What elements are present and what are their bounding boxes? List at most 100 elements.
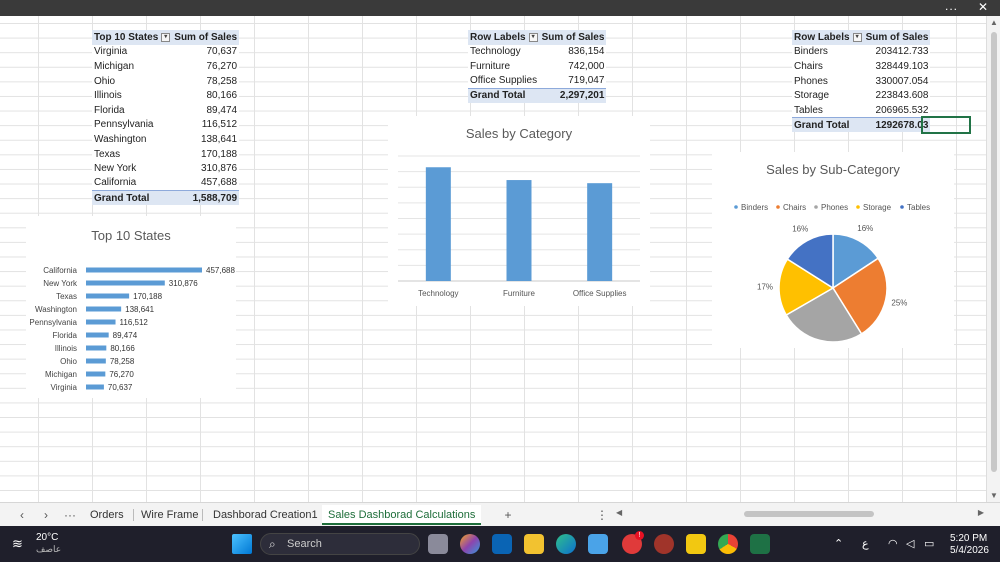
chart-sales-by-category[interactable]: Sales by Category Technology Furniture Off…	[388, 116, 650, 306]
excel-icon[interactable]	[750, 534, 770, 554]
pivot-row-value[interactable]: 116,512	[172, 118, 239, 133]
pivot-row-label[interactable]: Technology	[468, 45, 540, 60]
tab-sales-dashboard-calculations[interactable]: Sales Dashborad Calculations	[322, 505, 482, 525]
pivot-row-label[interactable]: Office Supplies	[468, 74, 540, 89]
clock-time[interactable]: 5:20 PM	[950, 533, 987, 544]
show-hidden-icons-icon[interactable]: ⌃	[834, 537, 843, 550]
pivot-row-value[interactable]: 836,154	[540, 45, 607, 60]
clock-date[interactable]: 5/4/2026	[950, 545, 989, 556]
start-icon[interactable]	[232, 534, 252, 554]
pivot-sum-header[interactable]: Sum of Sales	[863, 30, 931, 45]
pivot-row-value[interactable]: 76,270	[172, 59, 239, 74]
outlook-icon[interactable]	[492, 534, 512, 554]
pivot-sum-header[interactable]: Sum of Sales	[539, 30, 607, 45]
store-icon[interactable]	[588, 534, 608, 554]
chrome-icon[interactable]	[718, 534, 738, 554]
scroll-down-icon[interactable]: ▼	[990, 491, 998, 500]
selected-cell[interactable]	[921, 116, 971, 134]
pivot-row-label[interactable]: Florida	[92, 103, 172, 118]
filter-dropdown-icon[interactable]: ▾	[528, 32, 538, 42]
pivot-table-top-states[interactable]: Top 10 States ▾ Sum of Sales Virginia 70,6…	[92, 30, 240, 206]
power-bi-icon[interactable]	[686, 534, 706, 554]
tab-dashboard-creation1[interactable]: Dashborad Creation1	[207, 505, 324, 525]
pivot-row-label[interactable]: Tables	[792, 103, 864, 118]
grand-total-label[interactable]: Grand Total	[792, 117, 864, 133]
worksheet-grid[interactable]: Top 10 States ▾ Sum of Sales Virginia 70,6…	[0, 16, 986, 502]
pivot-row-label[interactable]: Michigan	[92, 59, 172, 74]
next-sheet-icon[interactable]: ›	[38, 507, 54, 523]
vertical-scroll-thumb[interactable]	[991, 32, 997, 472]
horizontal-scrollbar[interactable]: ◀ ▶	[614, 508, 986, 520]
volume-icon[interactable]: ◁	[906, 537, 914, 550]
pivot-row-labels-header[interactable]: Row Labels ▾	[468, 30, 540, 45]
pivot-row-value[interactable]: 310,876	[172, 161, 239, 176]
wifi-icon[interactable]: ◠	[888, 537, 898, 550]
pivot-row-labels-header[interactable]: Top 10 States ▾	[92, 30, 173, 45]
grand-total-label[interactable]: Grand Total	[92, 190, 173, 206]
pivot-row-value[interactable]: 170,188	[172, 147, 239, 162]
legend-label: Binders	[741, 203, 768, 212]
pivot-table-category[interactable]: Row Labels ▾ Sum of Sales Technology 836,1…	[468, 30, 607, 103]
more-sheets-icon[interactable]: ···	[62, 507, 78, 523]
pivot-row-label[interactable]: Pennsylvania	[92, 118, 172, 133]
pivot-row-value[interactable]: 330007.054	[864, 74, 931, 89]
pivot-row-value[interactable]: 70,637	[172, 45, 239, 60]
edge-icon[interactable]	[556, 534, 576, 554]
pivot-row-value[interactable]: 223843.608	[864, 88, 931, 103]
app-icon-swirl[interactable]	[654, 534, 674, 554]
grand-total-value[interactable]: 2,297,201	[539, 87, 607, 103]
filter-dropdown-icon[interactable]: ▾	[852, 32, 862, 42]
scroll-left-icon[interactable]: ◀	[616, 508, 622, 517]
pivot-table-subcategory[interactable]: Row Labels ▾ Sum of Sales Binders 203412.7…	[792, 30, 931, 133]
pivot-row-value[interactable]: 457,688	[172, 176, 239, 191]
more-options-icon[interactable]: ...	[945, 0, 958, 12]
tab-options-icon[interactable]: ⋮	[594, 507, 610, 523]
pivot-row-value[interactable]: 206965.532	[864, 103, 931, 118]
pivot-row-label[interactable]: Chairs	[792, 59, 864, 74]
grand-total-value[interactable]: 1,588,709	[172, 190, 240, 206]
vertical-scrollbar[interactable]: ▲ ▼	[986, 16, 1000, 502]
scroll-right-icon[interactable]: ▶	[978, 508, 984, 517]
pivot-row-label[interactable]: New York	[92, 161, 172, 176]
pivot-row-labels-header[interactable]: Row Labels ▾	[792, 30, 864, 45]
horizontal-scroll-thumb[interactable]	[744, 511, 874, 517]
close-icon[interactable]: ✕	[978, 1, 988, 14]
filter-dropdown-icon[interactable]: ▾	[161, 32, 171, 42]
pivot-row-value[interactable]: 80,166	[172, 88, 239, 103]
chart-sales-by-subcategory[interactable]: Sales by Sub-Category Binders Chairs Phone…	[712, 152, 954, 348]
pivot-row-value[interactable]: 89,474	[172, 103, 239, 118]
pivot-row-value[interactable]: 742,000	[540, 59, 607, 74]
tab-separator	[202, 509, 203, 521]
language-indicator[interactable]: ع	[862, 537, 869, 550]
pivot-row-label[interactable]: Furniture	[468, 59, 540, 74]
pivot-row-value[interactable]: 78,258	[172, 74, 239, 89]
pivot-row-label[interactable]: Ohio	[92, 74, 172, 89]
tab-orders[interactable]: Orders	[84, 505, 130, 525]
pivot-row-label[interactable]: Binders	[792, 45, 864, 60]
pivot-row-value[interactable]: 328449.103	[864, 59, 931, 74]
pivot-row-label[interactable]: California	[92, 176, 172, 191]
pivot-sum-header[interactable]: Sum of Sales	[172, 30, 240, 45]
file-explorer-icon[interactable]	[524, 534, 544, 554]
pivot-row-label[interactable]: Phones	[792, 74, 864, 89]
pivot-row-label[interactable]: Illinois	[92, 88, 172, 103]
chart-top-states[interactable]: Top 10 States California 457,688 New York 3…	[26, 216, 236, 398]
pivot-row-label[interactable]: Storage	[792, 88, 864, 103]
pivot-row-value[interactable]: 203412.733	[864, 45, 931, 60]
pivot-row-value[interactable]: 719,047	[540, 74, 607, 89]
prev-sheet-icon[interactable]: ‹	[14, 507, 30, 523]
pivot-row-label[interactable]: Washington	[92, 132, 172, 147]
pivot-row-label[interactable]: Texas	[92, 147, 172, 162]
grand-total-value[interactable]: 1292678.03	[863, 117, 931, 133]
add-sheet-icon[interactable]: +	[500, 507, 516, 523]
grand-total-label[interactable]: Grand Total	[468, 87, 540, 103]
taskbar-search[interactable]: ⌕ Search	[260, 533, 420, 555]
tab-wire-frame[interactable]: Wire Frame	[135, 505, 204, 525]
pivot-row-value[interactable]: 138,641	[172, 132, 239, 147]
pivot-row-label[interactable]: Virginia	[92, 45, 172, 60]
copilot-icon[interactable]	[460, 534, 480, 554]
task-view-icon[interactable]	[428, 534, 448, 554]
weather-widget[interactable]: ≋ 20°C عاصف	[12, 532, 72, 556]
scroll-up-icon[interactable]: ▲	[990, 18, 998, 27]
battery-icon[interactable]: ▭	[924, 537, 934, 550]
